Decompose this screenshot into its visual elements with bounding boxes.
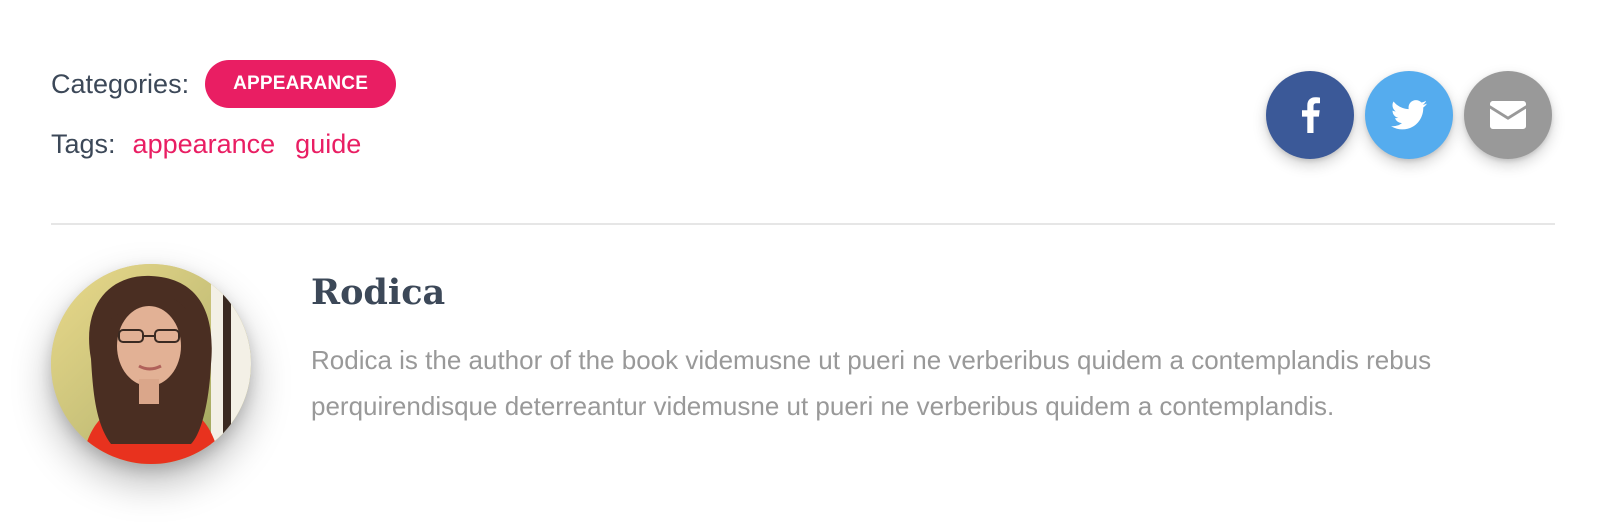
tag-link-guide[interactable]: guide [295, 129, 361, 160]
section-divider [51, 223, 1555, 225]
email-icon [1490, 101, 1526, 129]
categories-label: Categories: [51, 68, 190, 99]
tags-label: Tags: [51, 129, 116, 159]
author-info: Rodica Rodica is the author of the book … [311, 264, 1551, 429]
email-share-button[interactable] [1464, 71, 1552, 159]
facebook-share-button[interactable] [1266, 71, 1354, 159]
author-name[interactable]: Rodica [311, 272, 1551, 313]
twitter-icon [1391, 100, 1427, 130]
tag-link-appearance[interactable]: appearance [133, 129, 276, 160]
categories-row: Categories: APPEARANCE [51, 60, 397, 108]
author-avatar[interactable] [51, 264, 251, 464]
author-bio: Rodica is the author of the book videmus… [311, 345, 1432, 421]
post-meta: Categories: APPEARANCE Tags: appearance … [51, 60, 397, 160]
twitter-share-button[interactable] [1365, 71, 1453, 159]
tags-row: Tags: appearance guide [51, 129, 396, 160]
category-badge-appearance[interactable]: APPEARANCE [205, 60, 397, 108]
facebook-icon [1302, 97, 1320, 133]
share-buttons [1266, 71, 1552, 159]
author-photo [51, 264, 251, 464]
